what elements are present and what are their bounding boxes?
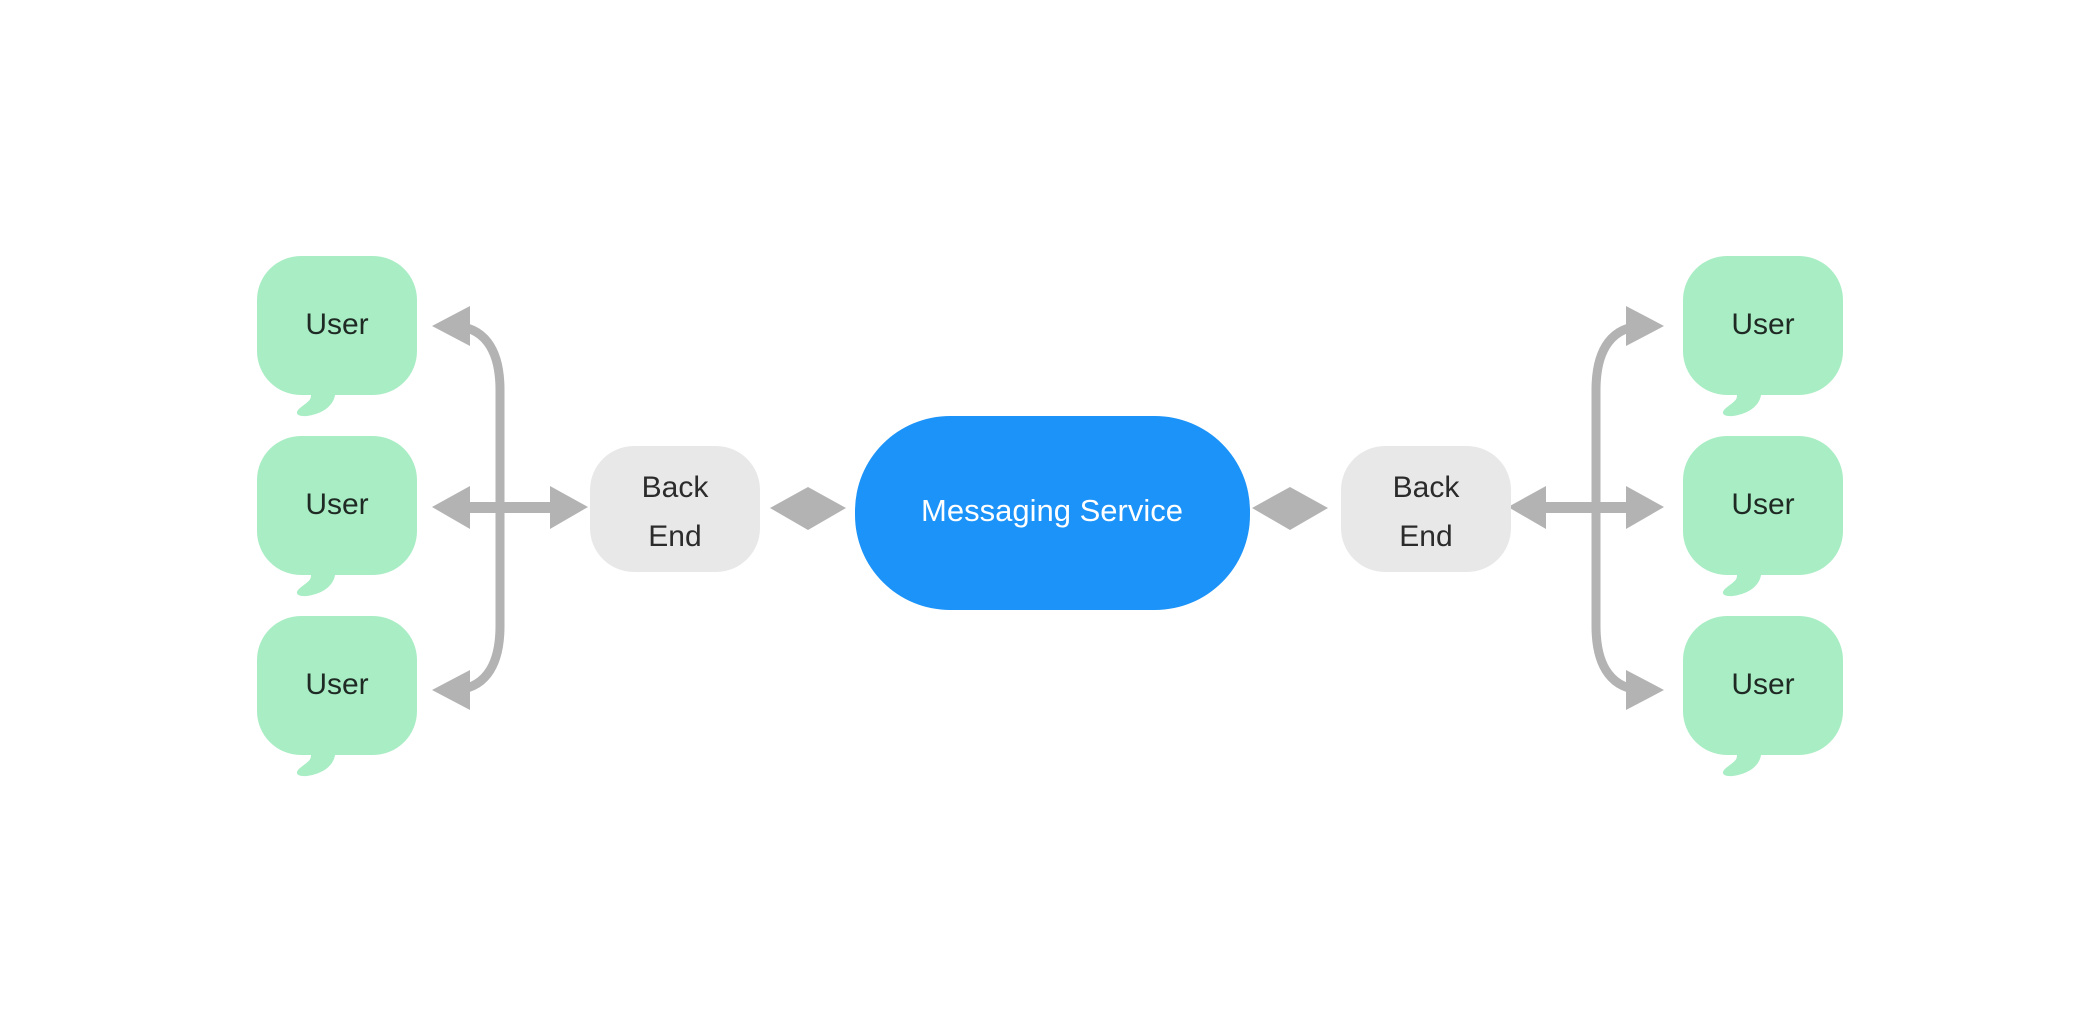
users-right-group: User User User: [1683, 256, 1843, 777]
arrowhead-icon: [432, 486, 470, 529]
connector-user-middle-to-backend-left: [432, 486, 588, 529]
user-bubble-right-3[interactable]: User: [1683, 616, 1843, 777]
connector-backend-right-to-user-top: [1591, 306, 1664, 513]
user-bubble-left-1-label: User: [305, 308, 368, 341]
connector-backend-left-to-service: [770, 487, 846, 530]
user-bubble-left-2[interactable]: User: [257, 436, 417, 597]
user-bubble-left-1[interactable]: User: [257, 256, 417, 417]
arrowhead-icon: [1290, 487, 1328, 530]
arrowhead-icon: [770, 487, 808, 530]
connector-backend-left-to-user-top: [432, 306, 505, 513]
arrowhead-icon: [432, 670, 470, 710]
architecture-diagram: User User User Back End Messaging Servic…: [257, 256, 1843, 777]
backend-right-label-line2: End: [1399, 520, 1452, 553]
arrowhead-icon: [1508, 486, 1546, 529]
backend-right-label-line1: Back: [1393, 471, 1461, 504]
user-bubble-left-3-label: User: [305, 668, 368, 701]
user-bubble-right-3-label: User: [1731, 668, 1794, 701]
messaging-service-label: Messaging Service: [921, 493, 1183, 528]
backend-right-shape: [1341, 446, 1511, 572]
diagram-canvas: User User User Back End Messaging Servic…: [0, 0, 2096, 1024]
user-bubble-right-1-label: User: [1731, 308, 1794, 341]
messaging-service-node[interactable]: Messaging Service: [855, 416, 1250, 610]
connector-backend-right-to-user-bottom: [1591, 503, 1664, 710]
backend-left-label-line2: End: [648, 520, 701, 553]
connector-backend-right-to-user-middle: [1508, 486, 1664, 529]
arrowhead-icon: [432, 306, 470, 346]
connector-backend-left-to-user-bottom: [432, 503, 505, 710]
backend-left-shape: [590, 446, 760, 572]
arrowhead-icon: [1252, 487, 1290, 530]
arrowhead-icon: [808, 487, 846, 530]
user-bubble-right-2-label: User: [1731, 488, 1794, 521]
arrowhead-icon: [1626, 306, 1664, 346]
backend-left-label-line1: Back: [642, 471, 710, 504]
user-bubble-left-3[interactable]: User: [257, 616, 417, 777]
arrowhead-icon: [550, 486, 588, 529]
user-bubble-left-2-label: User: [305, 488, 368, 521]
user-bubble-right-1[interactable]: User: [1683, 256, 1843, 417]
user-bubble-right-2[interactable]: User: [1683, 436, 1843, 597]
backend-node-right[interactable]: Back End: [1341, 446, 1511, 572]
arrowhead-icon: [1626, 486, 1664, 529]
connector-service-to-backend-right: [1252, 487, 1328, 530]
backend-node-left[interactable]: Back End: [590, 446, 760, 572]
arrowhead-icon: [1626, 670, 1664, 710]
users-left-group: User User User: [257, 256, 417, 777]
